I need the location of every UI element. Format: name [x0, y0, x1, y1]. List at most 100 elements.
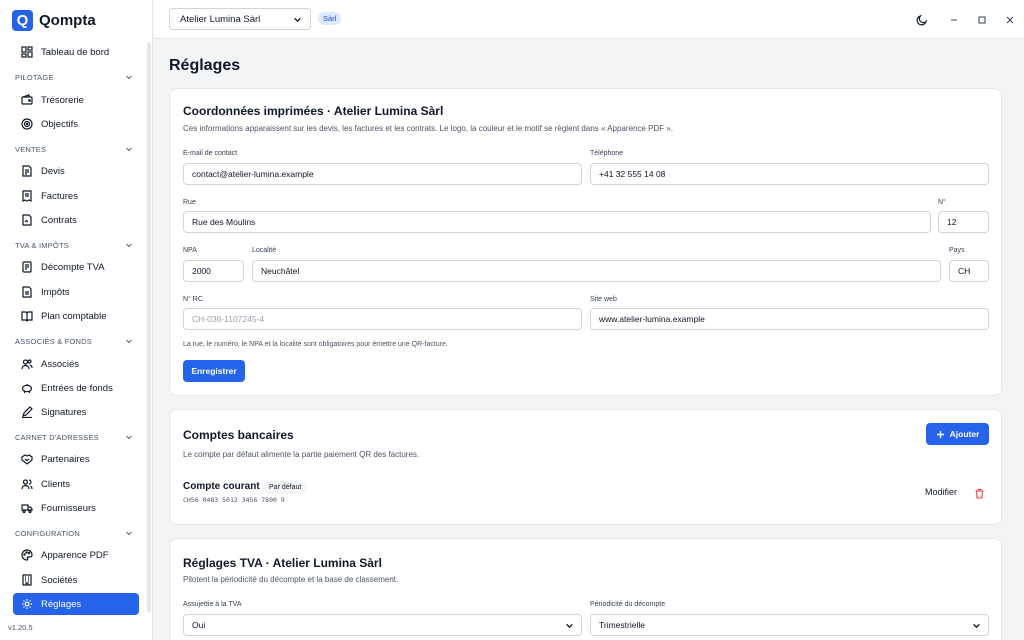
handshake-icon	[21, 454, 33, 465]
bank-accounts-card: Comptes bancaires Le compte par défaut a…	[169, 409, 1002, 525]
vat-period-value: Trimestrielle	[599, 620, 645, 630]
card-title: Coordonnées imprimées · Atelier Lumina S…	[183, 104, 444, 118]
app-logo-icon: Q	[12, 9, 33, 31]
sidebar-section-configuration[interactable]: CONFIGURATION	[15, 526, 133, 540]
sidebar-item-decompte-tva[interactable]: Décompte TVA	[13, 256, 139, 278]
section-title: TVA & IMPÔTS	[15, 240, 69, 250]
sidebar-section-associes[interactable]: ASSOCIÉS & FONDS	[15, 334, 133, 348]
sidebar-item-societes[interactable]: Sociétés	[13, 569, 139, 591]
street-label: Rue	[183, 199, 196, 206]
wallet-icon	[21, 94, 33, 105]
sidebar-item-label: Associés	[41, 358, 80, 370]
pen-icon	[22, 406, 33, 418]
quote-icon	[22, 165, 32, 177]
sidebar-item-factures[interactable]: Factures	[13, 185, 139, 207]
sidebar-item-clients[interactable]: Clients	[13, 473, 139, 495]
vat-subject-select[interactable]: Oui	[183, 614, 582, 636]
sidebar-item-fournisseurs[interactable]: Fournisseurs	[13, 497, 139, 519]
card-title: Comptes bancaires	[183, 428, 294, 442]
street-field[interactable]: Rue des Moulins	[183, 211, 931, 233]
sidebar-item-entrees-fonds[interactable]: Entrées de fonds	[13, 377, 139, 399]
maximize-button[interactable]	[974, 12, 990, 28]
sidebar: Q Qompta Tableau de bord PILOTAGE Trésor…	[0, 0, 153, 640]
sidebar-item-label: Réglages	[41, 598, 82, 610]
sidebar-item-label: Décompte TVA	[41, 261, 105, 273]
contact-details-card: Coordonnées imprimées · Atelier Lumina S…	[169, 88, 1002, 396]
vat-settings-card: Réglages TVA · Atelier Lumina Sàrl Pilot…	[169, 538, 1002, 640]
add-bank-account-button[interactable]: Ajouter	[926, 423, 989, 445]
npa-label: NPA	[183, 247, 197, 254]
section-title: CONFIGURATION	[15, 528, 80, 538]
sidebar-item-associes[interactable]: Associés	[13, 353, 139, 375]
close-button[interactable]	[1002, 12, 1018, 28]
company-select-value: Atelier Lumina Sàrl	[180, 13, 261, 25]
street-number-field[interactable]: 12	[938, 211, 989, 233]
chevron-down-icon	[973, 623, 980, 628]
vat-subject-value: Oui	[192, 620, 206, 630]
locality-label: Localité	[252, 247, 277, 254]
piggy-bank-icon	[21, 384, 33, 393]
sidebar-item-label: Objectifs	[41, 118, 78, 130]
sidebar-item-impots[interactable]: Impôts	[13, 281, 139, 303]
invoice-icon	[22, 190, 32, 202]
phone-label: Téléphone	[590, 150, 624, 157]
moon-icon	[916, 14, 928, 26]
sidebar-item-contrats[interactable]: Contrats	[13, 209, 139, 231]
chevron-down-icon	[566, 623, 573, 628]
card-subtitle: Ces informations apparaissent sur les de…	[183, 124, 674, 133]
theme-toggle-button[interactable]	[914, 12, 930, 28]
chevron-down-icon	[294, 17, 301, 22]
sidebar-item-label: Entrées de fonds	[41, 382, 113, 394]
website-field[interactable]: www.atelier-lumina.example	[590, 308, 989, 330]
user-group-icon	[21, 479, 33, 490]
main-content: Réglages Coordonnées imprimées · Atelier…	[154, 40, 1024, 640]
sidebar-item-plan-comptable[interactable]: Plan comptable	[13, 305, 139, 327]
sidebar-section-tva[interactable]: TVA & IMPÔTS	[15, 238, 133, 252]
npa-field[interactable]: 2000	[183, 260, 244, 282]
delete-account-button[interactable]	[974, 486, 986, 499]
section-title: VENTES	[15, 144, 47, 154]
sidebar-item-label: Partenaires	[41, 453, 90, 465]
sidebar-item-label: Plan comptable	[41, 310, 107, 322]
sidebar-item-label: Contrats	[41, 214, 77, 226]
website-label: Site web	[590, 296, 617, 303]
sidebar-item-devis[interactable]: Devis	[13, 160, 139, 182]
sidebar-item-apparence-pdf[interactable]: Apparence PDF	[13, 544, 139, 566]
modify-account-button[interactable]: Modifier	[925, 487, 957, 497]
company-select[interactable]: Atelier Lumina Sàrl	[169, 8, 311, 30]
sidebar-item-label: Clients	[41, 478, 71, 490]
topbar: Atelier Lumina Sàrl Sàrl	[154, 0, 1024, 39]
brand[interactable]: Q Qompta	[12, 9, 96, 31]
building-icon	[22, 574, 32, 586]
dashboard-icon	[21, 46, 33, 58]
sidebar-item-reglages[interactable]: Réglages	[13, 593, 139, 615]
sidebar-item-label: Factures	[41, 190, 78, 202]
sidebar-item-label: Devis	[41, 165, 65, 177]
sidebar-item-label: Trésorerie	[41, 94, 84, 106]
sidebar-item-label: Apparence PDF	[41, 549, 109, 561]
sidebar-scrollbar[interactable]	[147, 42, 151, 612]
sidebar-item-tresorerie[interactable]: Trésorerie	[13, 89, 139, 111]
users-icon	[21, 359, 33, 370]
phone-field[interactable]: +41 32 555 14 08	[590, 163, 989, 185]
minimize-button[interactable]	[946, 12, 962, 28]
sidebar-section-ventes[interactable]: VENTES	[15, 142, 133, 156]
save-button[interactable]: Enregistrer	[183, 360, 245, 382]
sidebar-section-carnet[interactable]: CARNET D'ADRESSES	[15, 430, 133, 444]
rc-number-label: N° RC	[183, 296, 203, 303]
rc-number-field[interactable]: CH-036-1107245-4	[183, 308, 582, 330]
sidebar-section-pilotage[interactable]: PILOTAGE	[15, 70, 133, 84]
vat-period-select[interactable]: Trimestrielle	[590, 614, 989, 636]
app-name: Qompta	[39, 11, 96, 29]
maximize-icon	[978, 16, 986, 24]
locality-field[interactable]: Neuchâtel	[252, 260, 941, 282]
sidebar-item-label: Sociétés	[41, 574, 78, 586]
country-field[interactable]: CH	[949, 260, 989, 282]
sidebar-item-signatures[interactable]: Signatures	[13, 401, 139, 423]
sidebar-item-partenaires[interactable]: Partenaires	[13, 448, 139, 470]
chevron-down-icon	[126, 435, 132, 440]
section-title: ASSOCIÉS & FONDS	[15, 336, 92, 346]
sidebar-item-objectifs[interactable]: Objectifs	[13, 113, 139, 135]
email-field[interactable]: contact@atelier-lumina.example	[183, 163, 582, 185]
sidebar-item-dashboard[interactable]: Tableau de bord	[13, 41, 139, 63]
